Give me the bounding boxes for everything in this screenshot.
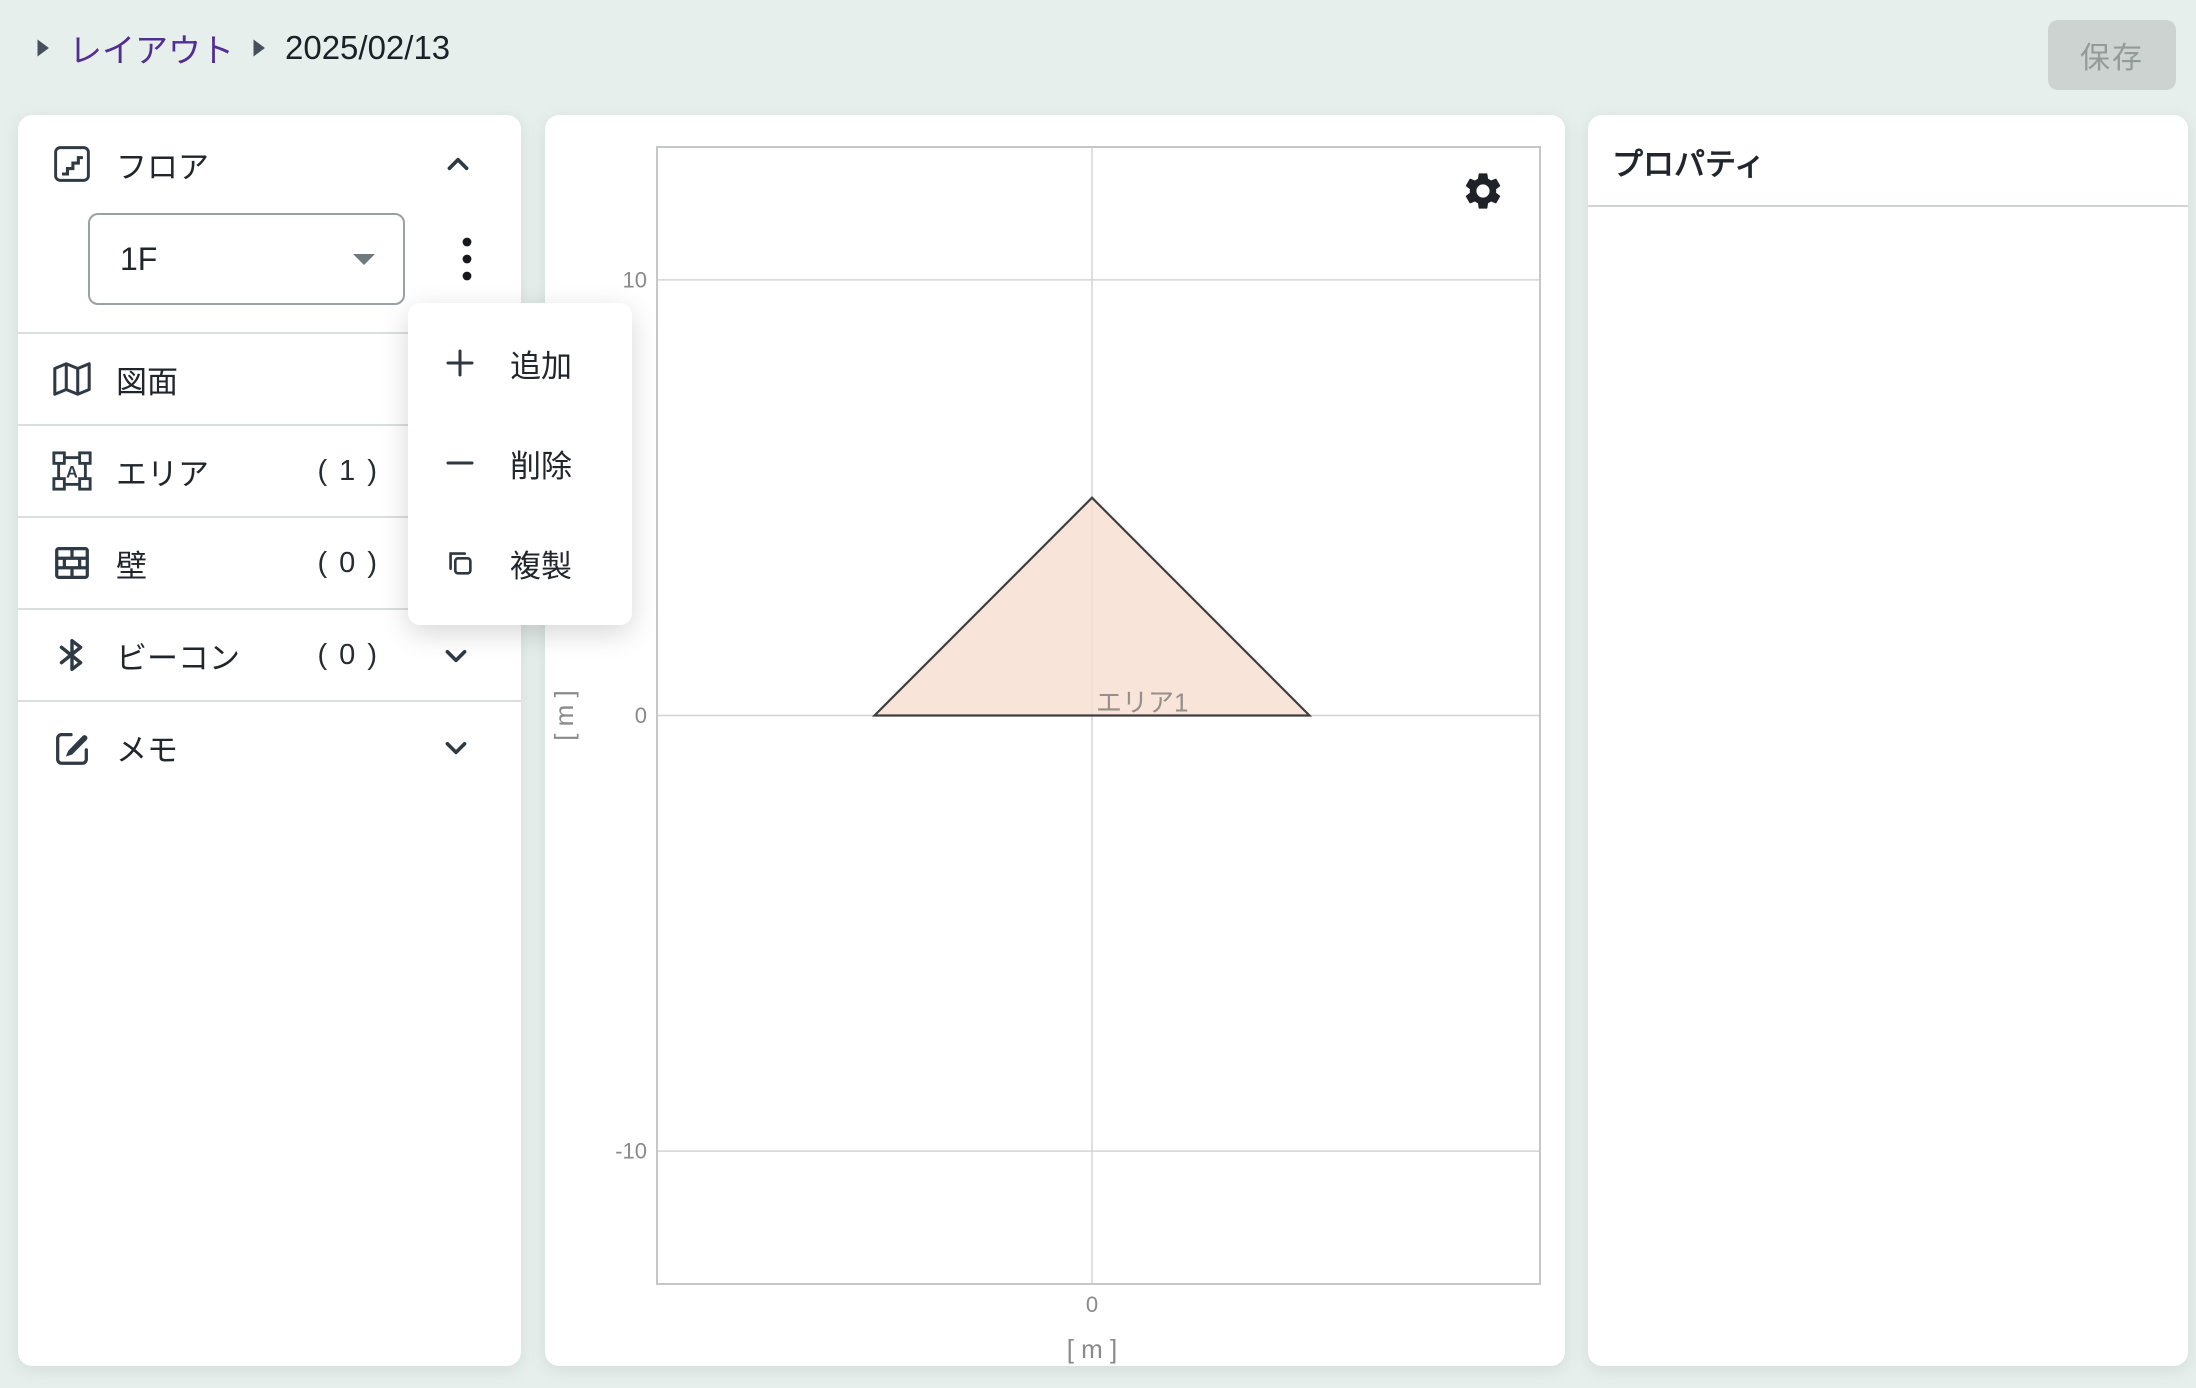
svg-text:A: A <box>66 464 78 482</box>
menu-item-label: 追加 <box>510 341 572 386</box>
sidebar-item-label: エリア <box>116 449 295 494</box>
floor-canvas[interactable]: 10 0 -10 0 エリア1 [ m ] [ m ] <box>545 115 1565 1366</box>
menu-item-label: 複製 <box>510 541 572 586</box>
sidebar-item-count: ( 0 ) <box>317 547 379 580</box>
sidebar-floor-label: フロア <box>116 142 381 187</box>
plus-icon <box>444 347 476 379</box>
svg-text:-10: -10 <box>615 1139 647 1164</box>
sidebar-item-memo[interactable]: メモ <box>18 700 521 792</box>
breadcrumb-arrow-icon <box>252 38 267 58</box>
menu-item-add[interactable]: 追加 <box>408 313 632 413</box>
svg-text:エリア1: エリア1 <box>1096 688 1188 718</box>
canvas-settings-button[interactable] <box>1461 169 1505 213</box>
floor-select[interactable]: 1F <box>88 213 405 305</box>
divider <box>1588 205 2188 207</box>
menu-item-delete[interactable]: 削除 <box>408 413 632 513</box>
save-button[interactable]: 保存 <box>2048 20 2176 90</box>
floor-canvas-panel: 10 0 -10 0 エリア1 [ m ] [ m ] <box>545 115 1565 1366</box>
chevron-down-icon[interactable] <box>441 732 471 762</box>
sidebar-item-label: ビーコン <box>116 633 295 678</box>
svg-text:[ m ]: [ m ] <box>1067 1334 1118 1364</box>
svg-text:[ m ]: [ m ] <box>549 690 579 741</box>
caret-down-icon <box>351 252 377 266</box>
memo-icon <box>50 725 94 769</box>
sidebar-item-count: ( 1 ) <box>317 455 379 488</box>
svg-text:0: 0 <box>635 703 647 728</box>
sidebar-item-label: メモ <box>116 725 357 770</box>
minus-icon <box>444 447 476 479</box>
bluetooth-icon <box>50 633 94 677</box>
sidebar-item-label: 図面 <box>116 357 357 402</box>
area-icon: A <box>50 449 94 493</box>
sidebar-section-floor[interactable]: フロア <box>18 115 521 213</box>
menu-item-label: 削除 <box>510 441 572 486</box>
svg-text:10: 10 <box>623 267 647 292</box>
wall-icon <box>50 541 94 585</box>
floor-context-menu: 追加 削除 複製 <box>408 303 632 625</box>
gear-icon <box>1461 169 1505 213</box>
menu-item-duplicate[interactable]: 複製 <box>408 513 632 613</box>
sidebar-item-count: ( 0 ) <box>317 639 379 672</box>
floor-kebab-menu-button[interactable] <box>459 213 475 305</box>
layout-editor-page: レイアウト 2025/02/13 保存 フロア 1F <box>0 0 2196 1388</box>
sidebar-item-label: 壁 <box>116 541 295 586</box>
copy-icon <box>444 547 476 579</box>
properties-title: プロパティ <box>1588 115 2188 183</box>
map-icon <box>50 357 94 401</box>
svg-text:0: 0 <box>1086 1292 1098 1317</box>
kebab-icon <box>459 234 475 284</box>
breadcrumb-current-date: 2025/02/13 <box>285 29 450 67</box>
stairs-icon <box>50 142 94 186</box>
floor-select-value: 1F <box>120 241 157 278</box>
breadcrumb: レイアウト 2025/02/13 <box>36 22 450 74</box>
breadcrumb-arrow-icon <box>36 38 51 58</box>
breadcrumb-link-layout[interactable]: レイアウト <box>69 24 234 72</box>
properties-panel: プロパティ <box>1588 115 2188 1366</box>
chevron-down-icon[interactable] <box>441 640 471 670</box>
chevron-up-icon[interactable] <box>443 149 473 179</box>
